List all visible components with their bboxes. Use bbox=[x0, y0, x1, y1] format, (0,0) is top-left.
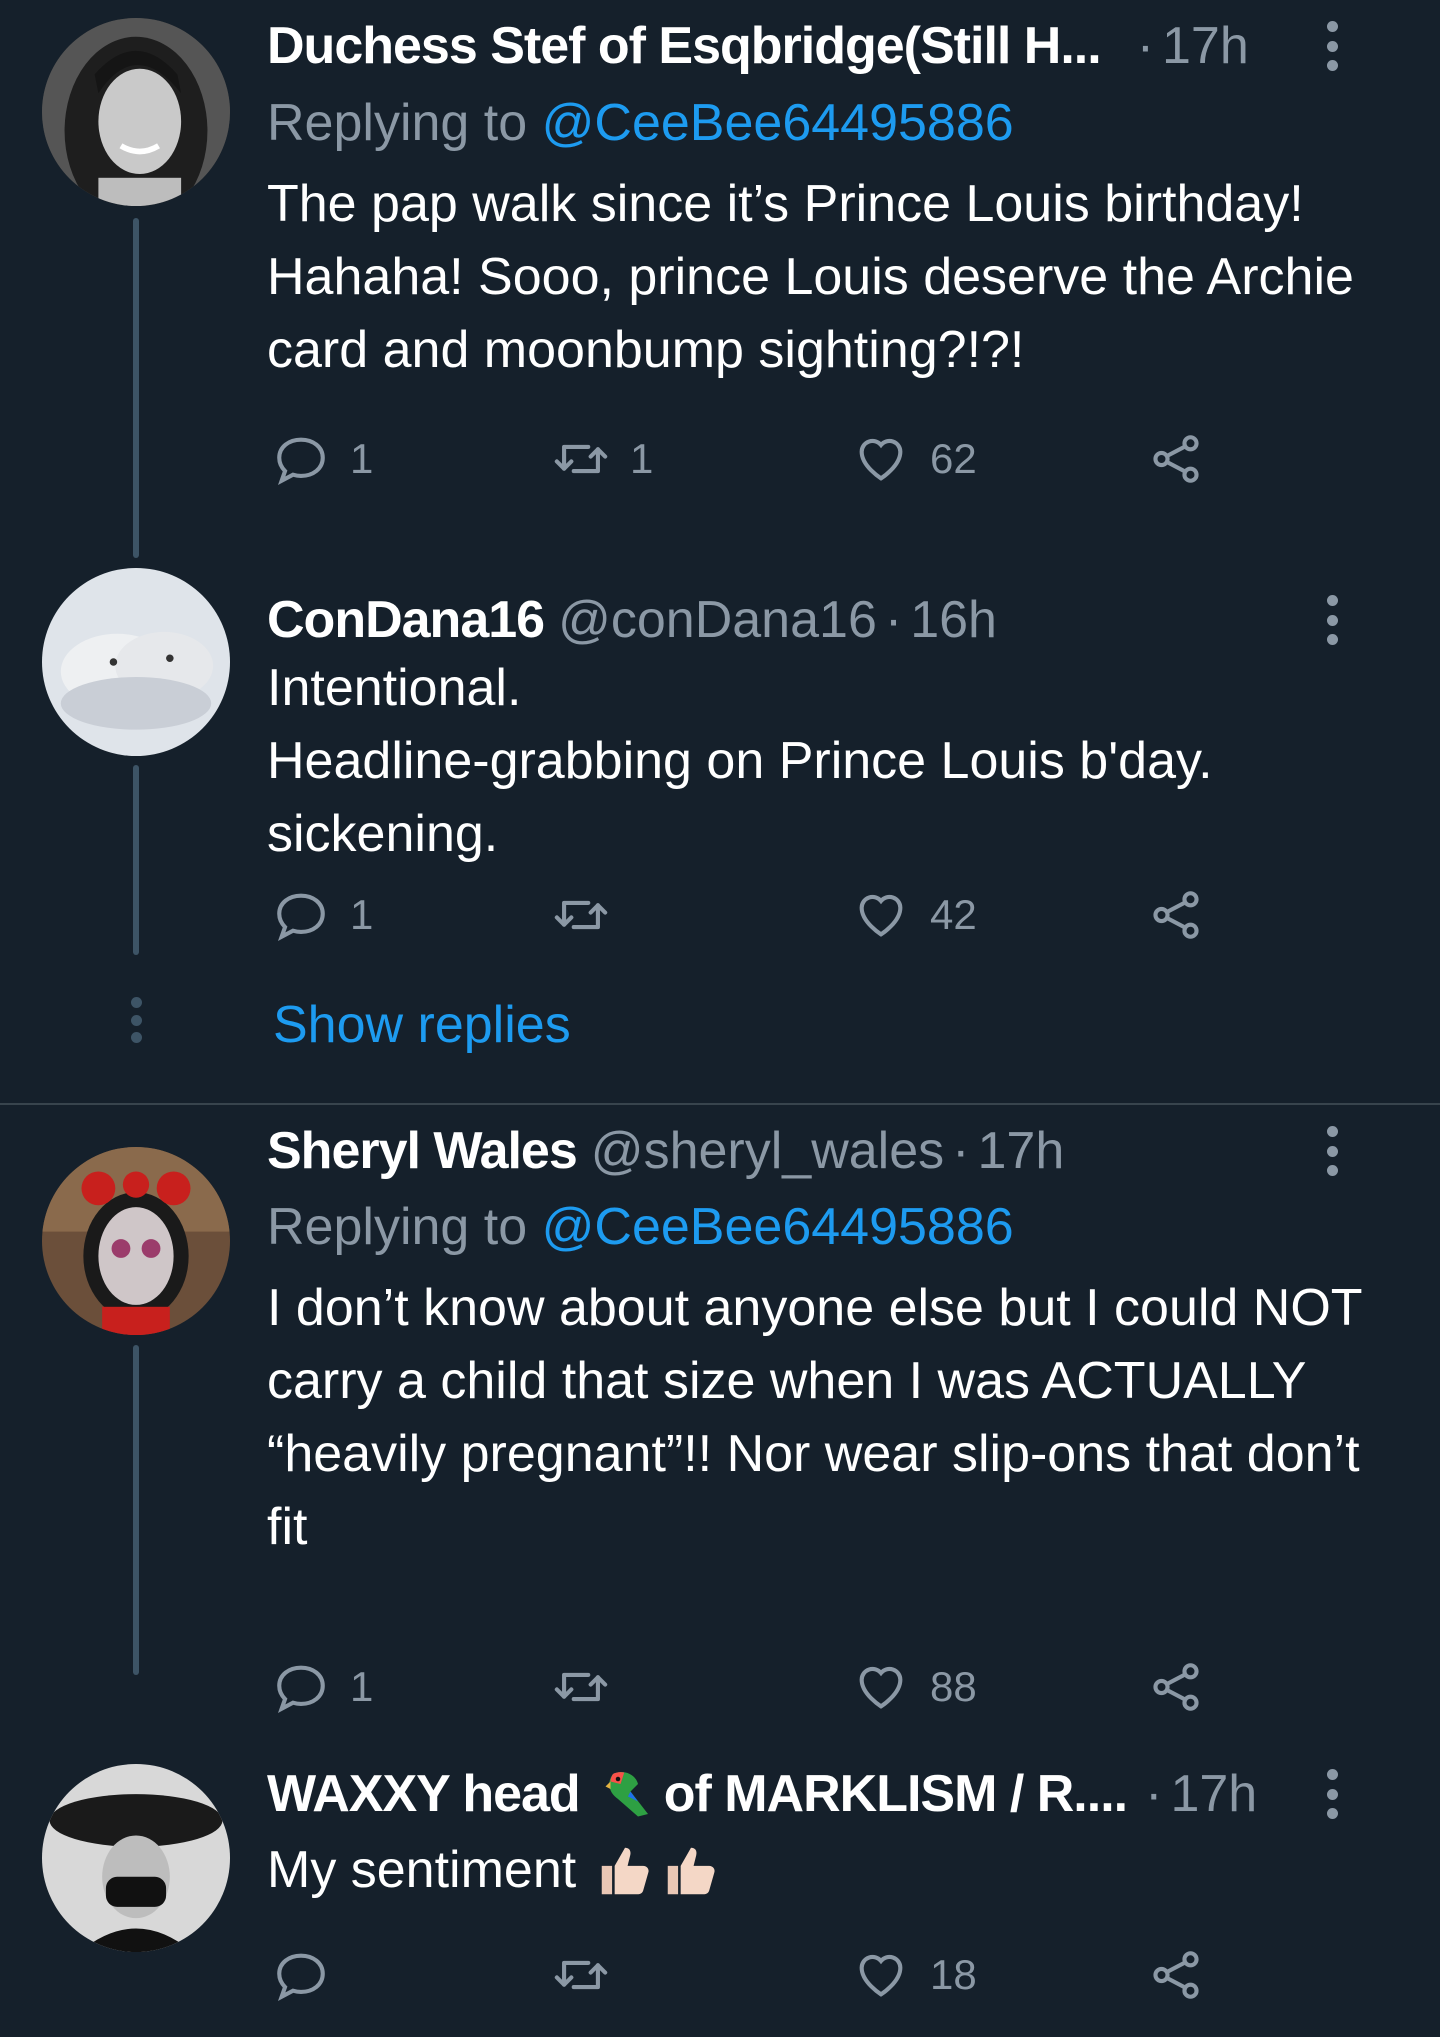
separator-dot: · bbox=[952, 1122, 970, 1180]
share-button[interactable] bbox=[1147, 880, 1225, 950]
thread-line bbox=[133, 218, 139, 558]
tweet-text: The pap walk since it’s Prince Louis bir… bbox=[267, 175, 1354, 379]
user-handle[interactable]: @conDana16 bbox=[558, 590, 877, 650]
avatar[interactable] bbox=[42, 568, 230, 756]
more-icon[interactable] bbox=[1324, 1769, 1340, 1819]
tweet-text: I don’t know about anyone else but I cou… bbox=[267, 1279, 1362, 1556]
like-icon bbox=[859, 894, 903, 937]
reply-count: 1 bbox=[350, 1663, 374, 1710]
like-count: 62 bbox=[930, 435, 977, 482]
share-button[interactable] bbox=[1147, 1940, 1225, 2010]
thread-line bbox=[133, 1345, 139, 1675]
timestamp[interactable]: 17h bbox=[977, 1121, 1064, 1181]
parrot-emoji bbox=[605, 1772, 648, 1817]
share-icon bbox=[1153, 435, 1199, 483]
tweet-header: WAXXY head of MARKLISM / R.... · 17h bbox=[267, 1764, 1400, 1824]
retweet-icon bbox=[554, 1672, 608, 1702]
more-icon[interactable] bbox=[1324, 1126, 1340, 1176]
separator-dot: · bbox=[884, 591, 903, 649]
display-name-suffix[interactable]: of MARKLISM / R.... bbox=[664, 1764, 1127, 1824]
show-replies-link[interactable]: Show replies bbox=[273, 995, 571, 1055]
like-icon bbox=[859, 1666, 903, 1709]
timestamp[interactable]: 17h bbox=[1162, 16, 1249, 76]
tweet-header: ConDana16 @conDana16 · 16h bbox=[267, 590, 1400, 650]
reply-button[interactable]: 1 bbox=[272, 880, 373, 950]
display-name[interactable]: Sheryl Wales bbox=[267, 1121, 577, 1181]
user-handle[interactable]: @sheryl_wales bbox=[591, 1121, 944, 1181]
action-bar: 1 1 62 bbox=[267, 424, 1227, 494]
reply-button[interactable]: 1 bbox=[272, 424, 373, 494]
replying-to: Replying to @CeeBee64495886 bbox=[267, 1197, 1014, 1257]
retweet-button[interactable]: 1 bbox=[552, 424, 653, 494]
tweet-header: Sheryl Wales @sheryl_wales · 17h bbox=[267, 1121, 1400, 1181]
avatar[interactable] bbox=[42, 1764, 230, 1952]
reply-count: 1 bbox=[350, 891, 374, 938]
retweet-button[interactable] bbox=[552, 880, 630, 950]
replying-to-label: Replying to bbox=[267, 94, 528, 152]
replying-to: Replying to @CeeBee64495886 bbox=[267, 93, 1014, 153]
tweet-text-content: My sentiment bbox=[267, 1841, 577, 1899]
retweet-icon bbox=[554, 900, 608, 930]
separator-dot: · bbox=[1136, 17, 1155, 75]
retweet-icon bbox=[554, 444, 608, 474]
thumbs-up-emoji bbox=[667, 1847, 715, 1894]
mention-link[interactable]: @CeeBee64495886 bbox=[542, 94, 1014, 152]
retweet-button[interactable] bbox=[552, 1652, 630, 1722]
tweet-text: My sentiment bbox=[267, 1834, 1397, 1907]
tweet[interactable]: Sheryl Wales @sheryl_wales · 17h Replyin… bbox=[0, 1105, 1440, 1745]
reply-icon bbox=[277, 1953, 325, 2002]
share-icon bbox=[1153, 1663, 1199, 1711]
reply-button[interactable]: 1 bbox=[272, 1652, 373, 1722]
like-icon bbox=[859, 438, 903, 481]
reply-icon bbox=[277, 893, 325, 942]
action-bar: 1 42 bbox=[267, 880, 1227, 950]
retweet-icon bbox=[554, 1960, 608, 1990]
tweet-header: Duchess Stef of Esqbridge(Still H... · 1… bbox=[267, 16, 1400, 76]
avatar[interactable] bbox=[42, 18, 230, 206]
like-button[interactable]: 18 bbox=[852, 1940, 977, 2010]
action-bar: 18 bbox=[267, 1940, 1227, 2010]
thumbs-up-emoji bbox=[601, 1847, 649, 1894]
mention-link[interactable]: @CeeBee64495886 bbox=[542, 1198, 1014, 1256]
reply-button[interactable] bbox=[272, 1940, 350, 2010]
reply-icon bbox=[277, 437, 325, 486]
display-name[interactable]: WAXXY head bbox=[267, 1764, 580, 1824]
like-button[interactable]: 62 bbox=[852, 424, 977, 494]
retweet-count: 1 bbox=[630, 435, 654, 482]
like-icon bbox=[859, 1954, 903, 1997]
share-icon bbox=[1153, 891, 1199, 939]
timestamp[interactable]: 16h bbox=[910, 590, 997, 650]
share-icon bbox=[1153, 1951, 1199, 1999]
tweet[interactable]: WAXXY head of MARKLISM / R.... · 17h My … bbox=[0, 1750, 1440, 2037]
more-icon[interactable] bbox=[1324, 595, 1340, 645]
share-button[interactable] bbox=[1147, 424, 1225, 494]
action-bar: 1 88 bbox=[267, 1652, 1227, 1722]
share-button[interactable] bbox=[1147, 1652, 1225, 1722]
reply-icon bbox=[277, 1665, 325, 1714]
like-count: 88 bbox=[930, 1663, 977, 1710]
like-count: 42 bbox=[930, 891, 977, 938]
like-button[interactable]: 42 bbox=[852, 880, 977, 950]
separator-dot: · bbox=[1145, 1765, 1163, 1823]
replying-to-label: Replying to bbox=[267, 1198, 528, 1256]
more-icon[interactable] bbox=[1324, 21, 1340, 71]
display-name[interactable]: Duchess Stef of Esqbridge(Still H... bbox=[267, 16, 1101, 76]
tweet-text: Intentional. Headline-grabbing on Prince… bbox=[267, 659, 1213, 863]
like-count: 18 bbox=[930, 1951, 977, 1998]
retweet-button[interactable] bbox=[552, 1940, 630, 2010]
thread-continuation bbox=[129, 997, 143, 1043]
reply-count: 1 bbox=[350, 435, 374, 482]
display-name[interactable]: ConDana16 bbox=[267, 590, 544, 650]
thread-line bbox=[133, 765, 139, 955]
timestamp[interactable]: 17h bbox=[1170, 1764, 1257, 1824]
like-button[interactable]: 88 bbox=[852, 1652, 977, 1722]
tweet[interactable]: ConDana16 @conDana16 · 16h Intentional. … bbox=[0, 560, 1440, 1100]
avatar[interactable] bbox=[42, 1147, 230, 1335]
tweet[interactable]: Duchess Stef of Esqbridge(Still H... · 1… bbox=[0, 0, 1440, 558]
